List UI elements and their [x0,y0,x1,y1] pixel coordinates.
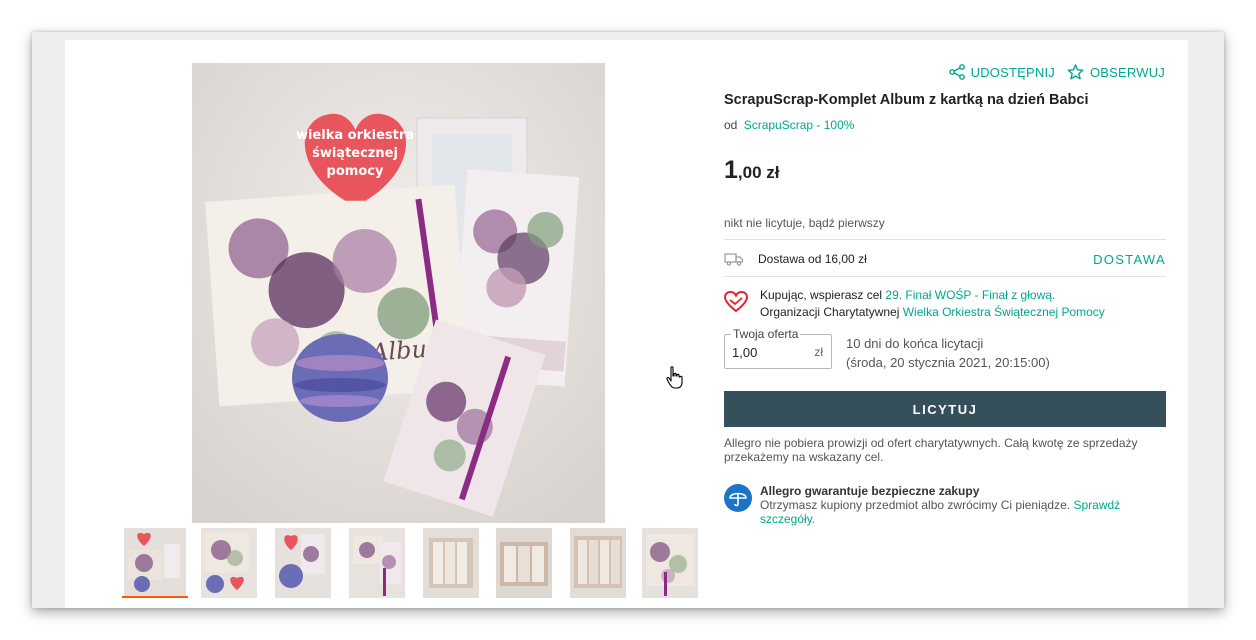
hand-cursor-icon [666,366,683,389]
truck-icon [724,253,744,266]
guarantee-text: Otrzymasz kupiony przedmiot albo zwrócim… [760,498,1071,512]
thumbnail-3[interactable] [273,528,331,598]
offer-input[interactable] [732,345,802,360]
delivery-text: Dostawa od 16,00 zł [758,252,867,266]
commission-note: Allegro nie pobiera prowizji od ofert ch… [724,436,1138,464]
main-product-image[interactable]: Album wielka orkiestra świątecznej pomoc… [192,63,605,523]
auction-end: 10 dni do końca licytacji (środa, 20 sty… [846,334,1050,372]
delivery-link[interactable]: DOSTAWA [1093,252,1166,267]
bid-button[interactable]: LICYTUJ [724,391,1166,427]
watch-button[interactable]: OBSERWUJ [1067,64,1165,80]
time-left: 10 dni do końca licytacji [846,336,984,351]
offer-actions: UDOSTĘPNIJ OBSERWUJ [948,64,1165,80]
offer-currency: zł [814,345,823,359]
charity-org-prefix: Organizacji Charytatywnej [760,305,900,319]
price-rest: ,00 zł [737,163,780,182]
umbrella-icon [724,484,752,512]
divider [724,276,1166,277]
guarantee-info: Allegro gwarantuje bezpieczne zakupy Otr… [724,484,1160,526]
thumbnail-5[interactable] [421,528,479,598]
watch-label: OBSERWUJ [1089,64,1165,80]
thumbnail-6[interactable] [494,528,552,598]
thumbnail-8[interactable] [640,528,698,598]
thumbnail-7[interactable] [568,528,626,598]
delivery-row: Dostawa od 16,00 zł DOSTAWA [724,247,1166,271]
offer-field: Twoja oferta zł [724,327,832,369]
thumbnail-strip [87,528,709,600]
charity-heart-icon [724,291,748,313]
share-icon [948,64,965,80]
share-button[interactable]: UDOSTĘPNIJ [948,64,1055,80]
seller-link[interactable]: ScrapuScrap - 100% [744,118,855,132]
price: 1,00 zł [724,156,780,185]
browser-window: Album wielka orkiestra świątecznej pomoc… [32,32,1224,608]
end-date: (środa, 20 stycznia 2021, 20:15:00) [846,355,1050,370]
charity-info: Kupując, wspierasz cel 29. Finał WOŚP - … [724,287,1105,321]
thumbnail-4[interactable] [347,528,405,598]
divider [724,239,1166,240]
heart-text-1: wielka orkiestra [296,128,414,143]
bids-note: nikt nie licytuje, bądź pierwszy [724,216,885,230]
star-icon [1067,64,1084,80]
heart-text-2: świątecznej [312,146,398,161]
product-photo: Album wielka orkiestra świątecznej pomoc… [192,63,605,523]
thumbnail-1[interactable] [122,528,188,598]
thumbnail-2[interactable] [199,528,257,598]
seller-prefix: od [724,118,738,132]
share-label: UDOSTĘPNIJ [970,64,1055,80]
heart-text-3: pomocy [327,164,384,179]
guarantee-title: Allegro gwarantuje bezpieczne zakupy [760,484,980,498]
charity-goal-link[interactable]: 29. Finał WOŚP - Finał z głową. [885,288,1055,302]
price-main: 1 [724,156,738,184]
offer-card: Album wielka orkiestra świątecznej pomoc… [65,40,1188,608]
seller-line: od ScrapuScrap - 100% [724,118,854,132]
product-title: ScrapuScrap-Komplet Album z kartką na dz… [724,92,1089,108]
charity-prefix: Kupując, wspierasz cel [760,288,883,302]
charity-org-link[interactable]: Wielka Orkiestra Świątecznej Pomocy [903,305,1105,319]
offer-legend: Twoja oferta [731,327,801,341]
